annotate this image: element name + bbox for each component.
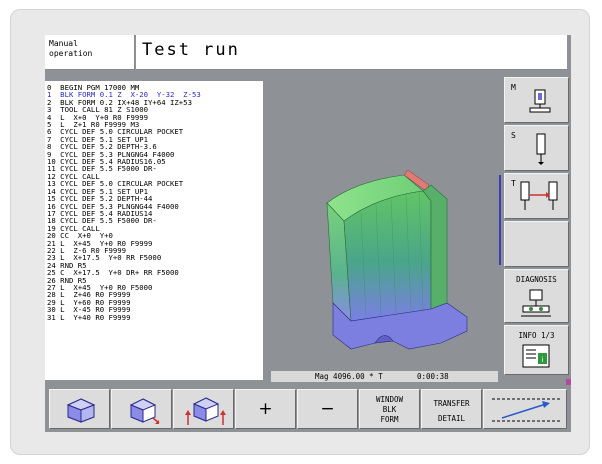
plus-label: + bbox=[258, 399, 273, 419]
tilt-view-softkey[interactable] bbox=[173, 389, 234, 429]
zoom-in-softkey[interactable]: + bbox=[235, 389, 296, 429]
minus-label: − bbox=[320, 399, 335, 419]
svg-text:i: i bbox=[542, 356, 544, 364]
t-label: T bbox=[511, 179, 516, 188]
mode-line-2: operation bbox=[49, 49, 93, 58]
transfer-line-2: DETAIL bbox=[437, 414, 466, 423]
simulation-status-bar: Mag 4096.00 * T 0:00:38 bbox=[271, 371, 498, 382]
machine-spindle-icon bbox=[529, 89, 551, 113]
3d-view-softkey[interactable] bbox=[49, 389, 110, 429]
info-softkey[interactable]: INFO 1/3 i bbox=[504, 325, 569, 375]
horizontal-softkey-bar: + − WINDOW BLK FORM TRANSFER DETAIL bbox=[45, 386, 571, 432]
rotate-view-softkey[interactable] bbox=[111, 389, 172, 429]
tilt-view-icon bbox=[185, 397, 226, 425]
graphics-simulation-view bbox=[271, 81, 498, 371]
window-line-2: BLK bbox=[382, 405, 397, 414]
info-screen-icon: i bbox=[522, 344, 550, 368]
zoom-out-softkey[interactable]: − bbox=[297, 389, 358, 429]
diagnosis-icon bbox=[521, 289, 551, 317]
info-label: INFO 1/3 bbox=[518, 331, 555, 340]
m-label: M bbox=[511, 83, 516, 92]
page-title: Test run bbox=[136, 35, 567, 70]
window-line-3: FORM bbox=[380, 415, 399, 424]
diagnosis-softkey[interactable]: DIAGNOSIS bbox=[504, 269, 569, 323]
control-screen: Manual operation Test run 0 BEGIN PGM 17… bbox=[45, 35, 571, 432]
mode-line-1: Manual bbox=[49, 39, 78, 48]
m-function-softkey[interactable]: M bbox=[504, 77, 569, 123]
run-time-readout: 0:00:38 bbox=[417, 372, 449, 381]
magnification-readout: Mag 4096.00 * T bbox=[315, 372, 383, 381]
scroll-indicator bbox=[499, 175, 501, 265]
3d-view-icon bbox=[66, 398, 96, 423]
t-tool-softkey[interactable]: T bbox=[504, 173, 569, 219]
empty-softkey[interactable] bbox=[504, 221, 569, 267]
pager-arrow-icon bbox=[492, 398, 560, 422]
s-label: S bbox=[511, 131, 516, 140]
softkey-pager[interactable] bbox=[483, 389, 567, 429]
vertical-softkey-bar: M S T DIAGNOSIS INFO 1/3 i bbox=[504, 77, 571, 385]
workpiece-3d-render bbox=[326, 169, 468, 350]
corner-marker bbox=[566, 379, 571, 385]
window-blk-form-softkey[interactable]: WINDOW BLK FORM bbox=[359, 389, 420, 429]
window-line-1: WINDOW bbox=[375, 395, 404, 404]
program-line[interactable]: 31 L Y+40 R0 F9999 bbox=[47, 313, 263, 321]
machine-mode-panel[interactable]: Manual operation bbox=[45, 35, 135, 70]
rotate-view-icon bbox=[129, 398, 160, 424]
tool-icon bbox=[520, 181, 558, 210]
transfer-line-1: TRANSFER bbox=[433, 399, 470, 408]
transfer-detail-softkey[interactable]: TRANSFER DETAIL bbox=[421, 389, 482, 429]
s-speed-softkey[interactable]: S bbox=[504, 125, 569, 171]
spindle-speed-icon bbox=[536, 133, 546, 165]
diagnosis-label: DIAGNOSIS bbox=[516, 275, 557, 284]
nc-program-listing[interactable]: 0 BEGIN PGM 17000 MM 1 BLK FORM 0.1 Z X-2… bbox=[45, 81, 263, 380]
